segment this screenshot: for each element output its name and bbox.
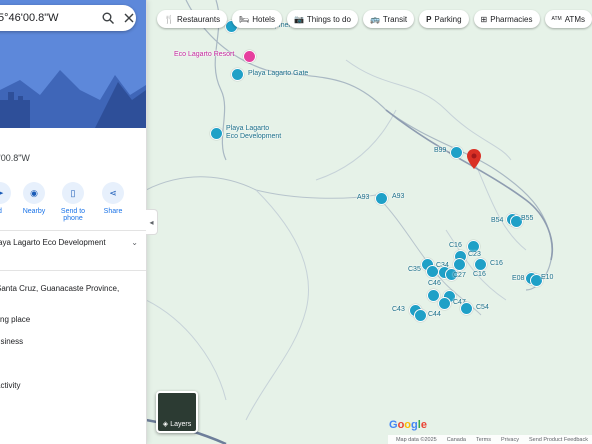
nearby-place-select[interactable]: aya Lagarto Eco Development ⌄ — [0, 238, 138, 247]
map-label-c54: C54 — [476, 304, 489, 311]
category-chips: 🍴 Restaurants 🛏 Hotels 📷 Things to do 🚌 Tran… — [157, 10, 592, 28]
chip-atms[interactable]: ATM ATMs — [544, 10, 592, 28]
action-label: Share — [103, 208, 123, 215]
restaurant-icon: 🍴 — [164, 14, 174, 24]
terms-link[interactable]: Terms — [476, 437, 491, 443]
pharmacy-icon: ⊞ — [480, 14, 488, 24]
chip-pharmacies[interactable]: ⊞ Pharmacies — [473, 10, 540, 28]
map-pin-resort[interactable] — [243, 50, 256, 63]
search-icon[interactable] — [100, 8, 115, 28]
region-link[interactable]: Canada — [447, 437, 466, 443]
map-label-a93-right: A93 — [392, 193, 405, 200]
chip-label: Things to do — [306, 14, 351, 24]
info-line-2: ting place — [0, 315, 31, 324]
map-label-c16-c: C16 — [490, 260, 503, 267]
map-label-e10: E10 — [541, 274, 554, 281]
hotel-icon: 🛏 — [239, 14, 250, 24]
map-pin-c47[interactable] — [438, 297, 451, 310]
chip-label: Transit — [382, 14, 408, 24]
action-nearby[interactable]: ◉ Nearby — [14, 182, 54, 215]
map-data-attribution: Map data ©2025 — [395, 436, 437, 443]
action-share[interactable]: ⋖ Share — [93, 182, 133, 215]
map-label-c16-a: C16 — [449, 242, 462, 249]
side-panel: 5'00.8"W ➤ d ◉ Nearby ▯ Send to phone ⋖ … — [0, 0, 147, 444]
map-label-c44: C44 — [428, 311, 441, 318]
phone-icon: ▯ — [62, 182, 84, 204]
location-marker-icon[interactable] — [467, 149, 481, 169]
map-pin-b99[interactable] — [450, 146, 463, 159]
chevron-down-icon: ⌄ — [131, 238, 138, 247]
map-label-c16-b: C16 — [473, 271, 486, 278]
map-label-c23: C23 — [468, 251, 481, 258]
map-pin-c16b[interactable] — [453, 258, 466, 271]
chip-things-to-do[interactable]: 📷 Things to do — [286, 10, 358, 28]
nearby-place-name: aya Lagarto Eco Development — [0, 238, 106, 247]
chip-restaurants[interactable]: 🍴 Restaurants — [157, 10, 228, 28]
bus-icon: 🚌 — [369, 14, 380, 24]
map-label-gate: Playa Lagarto Gate — [248, 70, 309, 77]
privacy-link[interactable]: Privacy — [501, 437, 519, 443]
map-pin-c54[interactable] — [460, 302, 473, 315]
chevron-left-icon: ◂ — [149, 217, 154, 227]
action-send-to-phone[interactable]: ▯ Send to phone — [53, 182, 93, 222]
directions-icon: ➤ — [0, 182, 11, 204]
collapse-panel-button[interactable]: ◂ — [146, 209, 158, 235]
action-label: Send to phone — [60, 208, 86, 222]
map-label-eco-dev-line2: Eco Development — [226, 133, 282, 140]
map-terrain — [146, 0, 592, 444]
place-hero-image — [0, 0, 146, 128]
chip-label: Parking — [434, 14, 462, 24]
chip-label: ATMs — [564, 14, 585, 24]
nearby-icon: ◉ — [23, 182, 45, 204]
divider — [0, 230, 146, 231]
chip-label: Pharmacies — [490, 14, 533, 24]
map-label-eco-resort: Eco Lagarto Resort — [174, 51, 235, 58]
map-label-b55: B55 — [521, 215, 534, 222]
chip-label: Hotels — [252, 14, 275, 24]
camera-icon: 📷 — [293, 14, 304, 24]
map-pin-eco-development[interactable] — [210, 127, 223, 140]
divider — [0, 270, 146, 271]
map-label-c43: C43 — [392, 306, 405, 313]
action-label: Nearby — [22, 208, 46, 215]
map-label-c27: C27 — [453, 272, 466, 279]
search-input[interactable] — [0, 11, 100, 25]
info-line-3[interactable]: usiness — [0, 337, 23, 346]
map-label-b99: B99 — [434, 147, 447, 154]
feedback-link[interactable]: Send Product Feedback — [529, 437, 588, 443]
map-canvas[interactable]: Eco Development Eco Lagarto Resort Playa… — [146, 0, 592, 444]
address-text: Santa Cruz, Guanacaste Province, — [0, 284, 120, 293]
map-pin-c44[interactable] — [414, 309, 427, 322]
map-pin-gate[interactable] — [231, 68, 244, 81]
map-label-b54: B54 — [491, 217, 504, 224]
share-icon: ⋖ — [102, 182, 124, 204]
map-label-e08: E08 — [512, 275, 525, 282]
parking-icon: P — [426, 14, 432, 24]
search-box[interactable] — [0, 5, 136, 31]
close-icon[interactable] — [121, 8, 136, 28]
chip-parking[interactable]: P Parking — [419, 10, 469, 28]
place-coordinates: 5'00.8"W — [0, 153, 30, 163]
map-label-c35: C35 — [408, 266, 421, 273]
layers-icon: ◈ — [162, 421, 169, 428]
chip-hotels[interactable]: 🛏 Hotels — [232, 10, 282, 28]
layers-button[interactable]: ◈ Layers — [156, 391, 198, 433]
map-pin-a93[interactable] — [375, 192, 388, 205]
layers-label: Layers — [170, 421, 192, 428]
chip-label: Restaurants — [176, 14, 221, 24]
map-footer: Map data ©2025 Canada Terms Privacy Send… — [387, 435, 592, 444]
atm-icon: ATM — [551, 16, 562, 22]
map-pin-c16c[interactable] — [474, 258, 487, 271]
info-line-4[interactable]: activity — [0, 381, 20, 390]
google-logo: Google — [389, 419, 427, 431]
chip-transit[interactable]: 🚌 Transit — [362, 10, 415, 28]
map-label-a93-left: A93 — [357, 194, 370, 201]
map-label-eco-dev-line1: Playa Lagarto — [226, 125, 270, 132]
map-label-c46: C46 — [428, 280, 441, 287]
